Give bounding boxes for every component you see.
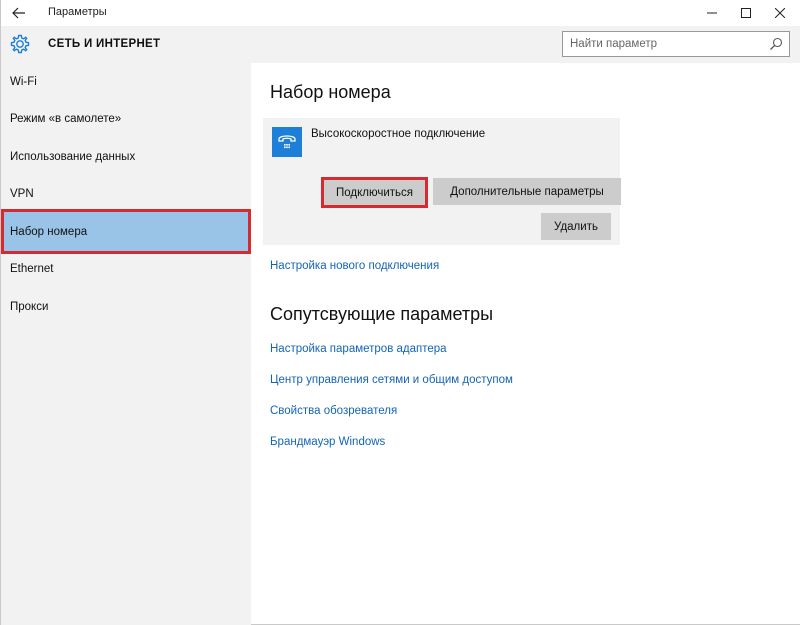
- back-arrow-icon: [12, 7, 25, 19]
- sidebar-item-label: Ethernet: [10, 263, 54, 275]
- connection-name: Высокоскоростное подключение: [311, 128, 486, 140]
- advanced-options-button[interactable]: Дополнительные параметры: [433, 178, 621, 205]
- dialup-phone-icon: [272, 127, 302, 157]
- minimize-button[interactable]: [695, 0, 729, 26]
- sidebar-item-vpn[interactable]: VPN: [1, 175, 251, 213]
- new-connection-link[interactable]: Настройка нового подключения: [270, 260, 439, 272]
- sidebar-item-label: Использование данных: [10, 151, 136, 163]
- gear-icon: [10, 34, 30, 54]
- adapter-settings-link[interactable]: Настройка параметров адаптера: [270, 343, 447, 355]
- maximize-icon: [741, 8, 751, 18]
- sidebar-item-label: VPN: [10, 188, 34, 200]
- close-button[interactable]: [763, 0, 797, 26]
- delete-button[interactable]: Удалить: [541, 213, 611, 240]
- sidebar: Wi-Fi Режим «в самолете» Использование д…: [1, 63, 251, 625]
- firewall-link[interactable]: Брандмауэр Windows: [270, 436, 385, 448]
- related-settings-title: Сопутсвующие параметры: [270, 304, 494, 324]
- sidebar-item-label: Прокси: [10, 301, 49, 313]
- sidebar-item-label: Wi-Fi: [10, 76, 37, 88]
- title-bar: Параметры: [1, 0, 800, 26]
- sidebar-item-airplane-mode[interactable]: Режим «в самолете»: [1, 100, 251, 138]
- network-center-link[interactable]: Центр управления сетями и общим доступом: [270, 374, 513, 386]
- search-box[interactable]: [562, 31, 790, 57]
- close-icon: [775, 8, 785, 18]
- connection-card[interactable]: Высокоскоростное подключение Подключитьс…: [263, 118, 621, 245]
- back-button[interactable]: [7, 2, 31, 24]
- sidebar-item-ethernet[interactable]: Ethernet: [1, 250, 251, 288]
- search-input[interactable]: [563, 32, 763, 56]
- sidebar-item-proxy[interactable]: Прокси: [1, 288, 251, 326]
- maximize-button[interactable]: [729, 0, 763, 26]
- search-icon[interactable]: [769, 37, 783, 51]
- section-title: СЕТЬ И ИНТЕРНЕТ: [48, 38, 161, 50]
- page-title: Набор номера: [270, 82, 391, 102]
- sidebar-item-label: Режим «в самолете»: [10, 113, 122, 125]
- window-title: Параметры: [48, 6, 107, 18]
- sidebar-item-wifi[interactable]: Wi-Fi: [1, 63, 251, 101]
- sidebar-item-dialup[interactable]: Набор номера: [1, 209, 251, 254]
- settings-header: СЕТЬ И ИНТЕРНЕТ: [1, 26, 800, 63]
- connect-button[interactable]: Подключиться: [321, 177, 428, 208]
- minimize-icon: [707, 12, 717, 14]
- main-content: Набор номера Высокоскоростное подключени…: [251, 63, 800, 624]
- settings-window: Параметры СЕТЬ И ИНТЕРНЕТ Найти параметр…: [0, 0, 800, 625]
- internet-options-link[interactable]: Свойства обозревателя: [270, 405, 397, 417]
- sidebar-item-label: Набор номера: [10, 225, 88, 238]
- sidebar-item-data-usage[interactable]: Использование данных: [1, 138, 251, 176]
- phone-icon: [278, 135, 296, 149]
